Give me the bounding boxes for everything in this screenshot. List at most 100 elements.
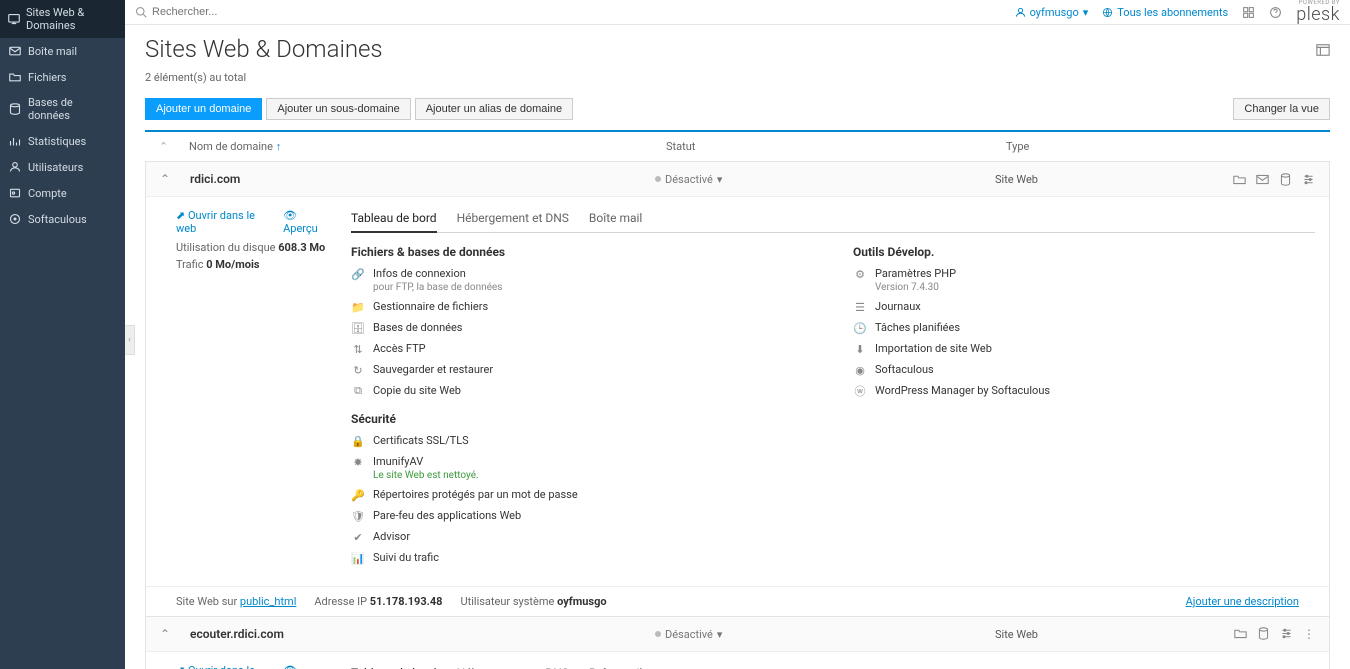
status-dot-icon	[655, 631, 661, 637]
domain-status[interactable]: Désactivé▾	[655, 173, 995, 186]
tool-wp-manager[interactable]: ⓦWordPress Manager by Softaculous	[853, 384, 1315, 398]
tool-ssl[interactable]: 🔒Certificats SSL/TLS	[351, 434, 813, 448]
tool-connection-info[interactable]: 🔗Infos de connexionpour FTP, la base de …	[351, 267, 813, 293]
expand-all-icon[interactable]: ⌃	[159, 140, 189, 153]
logs-icon: ☰	[853, 300, 867, 314]
collapse-icon[interactable]: ⌃	[160, 627, 190, 641]
help-icon[interactable]	[1269, 6, 1282, 19]
tab-mail[interactable]: Boîte mail	[589, 664, 642, 669]
sidebar-item-account[interactable]: Compte	[0, 180, 125, 206]
col-type[interactable]: Type	[1006, 140, 1226, 153]
preview-link[interactable]: 👁 Aperçu	[283, 664, 331, 669]
tab-hosting[interactable]: Hébergement et DNS	[457, 209, 569, 232]
add-description-link[interactable]: Ajouter une description	[1186, 595, 1299, 608]
disk-usage: Utilisation du disque 608.3 Mo	[176, 241, 331, 254]
add-alias-button[interactable]: Ajouter un alias de domaine	[415, 98, 573, 120]
database-icon[interactable]	[1257, 627, 1270, 641]
tool-ftp[interactable]: ⇅Accès FTP	[351, 342, 813, 356]
sidebar-item-databases[interactable]: Bases de données	[0, 90, 125, 128]
sys-user: Utilisateur système oyfmusgo	[460, 595, 606, 608]
sidebar-item-softaculous[interactable]: Softaculous	[0, 206, 125, 232]
collapse-icon[interactable]: ⌃	[160, 172, 190, 186]
domain-row[interactable]: ⌃ rdici.com Désactivé▾ Site Web	[146, 162, 1329, 197]
database-icon[interactable]	[1279, 173, 1292, 186]
settings-icon[interactable]	[1280, 627, 1293, 641]
eye-icon: 👁	[283, 209, 297, 222]
sidebar-collapse-handle[interactable]: ‹	[125, 325, 135, 355]
tool-backup[interactable]: ↻Sauvegarder et restaurer	[351, 363, 813, 377]
sidebar-item-mail[interactable]: Boîte mail	[0, 38, 125, 64]
layout-icon[interactable]	[1316, 35, 1330, 57]
sidebar-item-label: Bases de données	[28, 96, 117, 122]
files-icon[interactable]	[1233, 173, 1246, 186]
database-icon: 🗄	[351, 321, 365, 335]
brand-logo: plesk	[1296, 6, 1340, 24]
tool-php[interactable]: ⚙Paramètres PHPVersion 7.4.30	[853, 267, 1315, 293]
sidebar-item-users[interactable]: Utilisateurs	[0, 154, 125, 180]
tool-copy-site[interactable]: ⧉Copie du site Web	[351, 384, 813, 398]
domain-tabs: Tableau de bord Hébergement et DNS Boîte…	[351, 209, 1315, 233]
tool-databases[interactable]: 🗄Bases de données	[351, 321, 813, 335]
add-subdomain-button[interactable]: Ajouter un sous-domaine	[266, 98, 410, 120]
softaculous-icon: ◉	[853, 363, 867, 377]
domain-name[interactable]: ecouter.rdici.com	[190, 627, 655, 641]
account-icon	[8, 186, 22, 200]
tool-file-manager[interactable]: 📁Gestionnaire de fichiers	[351, 300, 813, 314]
tool-traffic[interactable]: 📊Suivi du trafic	[351, 551, 813, 565]
domain-status[interactable]: Désactivé▾	[655, 628, 995, 641]
tool-imunify[interactable]: ✸ImunifyAVLe site Web est nettoyé.	[351, 455, 813, 481]
tab-mail[interactable]: Boîte mail	[589, 209, 642, 232]
open-web-link[interactable]: ⬈ Ouvrir dans le web	[176, 209, 271, 235]
tool-import[interactable]: ⬇Importation de site Web	[853, 342, 1315, 356]
tab-hosting[interactable]: Hébergement et DNS	[457, 664, 569, 669]
sidebar-item-websites[interactable]: Sites Web & Domaines	[0, 0, 125, 38]
monitor-icon	[8, 12, 20, 26]
col-domain[interactable]: Nom de domaine ↑	[189, 140, 666, 153]
firewall-icon: 🛡	[351, 509, 365, 523]
section-security-title: Sécurité	[351, 412, 813, 426]
user-name: oyfmusgo	[1030, 6, 1079, 19]
extensions-icon[interactable]	[1242, 6, 1255, 19]
folder-icon: 📁	[351, 300, 365, 314]
domain-name[interactable]: rdici.com	[190, 172, 655, 186]
files-icon[interactable]	[1234, 627, 1247, 641]
domain-footer: Site Web sur public_html Adresse IP 51.1…	[146, 586, 1329, 616]
folder-icon	[8, 70, 22, 84]
user-menu[interactable]: oyfmusgo ▾	[1015, 6, 1089, 19]
page-title: Sites Web & Domaines	[145, 35, 383, 63]
domain-card: ⌃ ecouter.rdici.com Désactivé▾ Site Web …	[145, 617, 1330, 669]
subscriptions-link[interactable]: Tous les abonnements	[1102, 6, 1228, 19]
domain-row[interactable]: ⌃ ecouter.rdici.com Désactivé▾ Site Web …	[146, 617, 1329, 652]
clock-icon: 🕒	[853, 321, 867, 335]
domain-tabs: Tableau de bord Hébergement et DNS Boîte…	[351, 664, 1315, 669]
sidebar-item-label: Boîte mail	[28, 45, 77, 58]
path-link[interactable]: public_html	[240, 595, 296, 608]
tool-advisor[interactable]: ✔Advisor	[351, 530, 813, 544]
tool-scheduled[interactable]: 🕒Tâches planifiées	[853, 321, 1315, 335]
user-icon	[1015, 7, 1026, 18]
chevron-down-icon: ▾	[1083, 6, 1089, 19]
preview-link[interactable]: 👁 Aperçu	[283, 209, 331, 235]
tool-waf[interactable]: 🛡Pare-feu des applications Web	[351, 509, 813, 523]
tool-softaculous[interactable]: ◉Softaculous	[853, 363, 1315, 377]
change-view-button[interactable]: Changer la vue	[1233, 98, 1330, 120]
tab-dashboard[interactable]: Tableau de bord	[351, 209, 437, 233]
tool-logs[interactable]: ☰Journaux	[853, 300, 1315, 314]
domain-card: ⌃ rdici.com Désactivé▾ Site Web ⬈ Ouvrir	[145, 161, 1330, 617]
open-web-link[interactable]: ⬈ Ouvrir dans le web	[176, 664, 271, 669]
section-files-title: Fichiers & bases de données	[351, 245, 813, 259]
sidebar-item-files[interactable]: Fichiers	[0, 64, 125, 90]
wordpress-icon: ⓦ	[853, 384, 867, 398]
copy-icon: ⧉	[351, 384, 365, 398]
status-dot-icon	[655, 176, 661, 182]
settings-icon[interactable]	[1302, 173, 1315, 186]
add-domain-button[interactable]: Ajouter un domaine	[145, 98, 262, 120]
domain-type: Site Web	[995, 628, 1215, 641]
mail-icon[interactable]	[1256, 173, 1269, 186]
more-icon[interactable]: ⋮	[1303, 627, 1315, 641]
tool-protected-dirs[interactable]: 🔑Répertoires protégés par un mot de pass…	[351, 488, 813, 502]
tab-dashboard[interactable]: Tableau de bord	[351, 664, 437, 669]
sidebar-item-stats[interactable]: Statistiques	[0, 128, 125, 154]
col-status[interactable]: Statut	[666, 140, 1006, 153]
search-input[interactable]	[152, 6, 352, 18]
